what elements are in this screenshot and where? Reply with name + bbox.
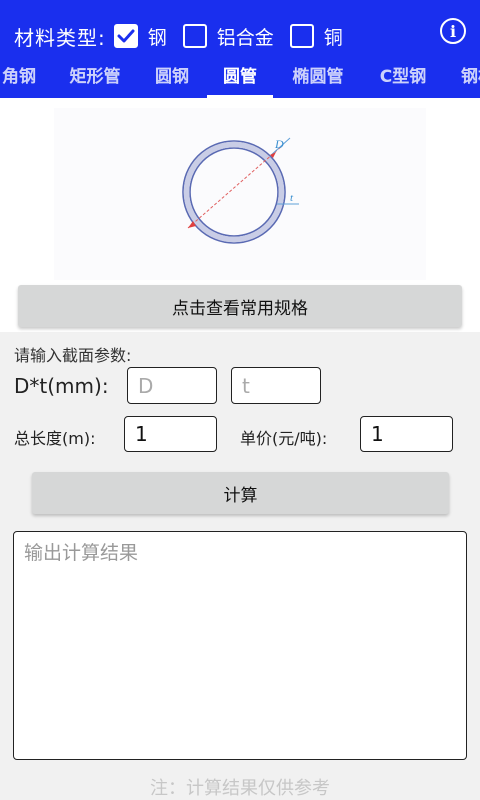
tab-rect-tube[interactable]: 矩形管 <box>60 60 130 98</box>
total-length-value: 1 <box>135 422 148 446</box>
check-icon <box>117 29 135 43</box>
total-length-input[interactable]: 1 <box>124 416 217 452</box>
section-params-prompt: 请输入截面参数: <box>14 346 132 365</box>
thickness-label: t <box>290 192 294 204</box>
app-header: 材料类型: 钢 铝合金 铜 i 角钢 矩形管 圆钢 圆管 椭圆管 C型钢 钢板 <box>0 0 480 98</box>
tube-outer-ring <box>182 140 286 244</box>
dt-label: D*t(mm): <box>14 374 109 398</box>
copper-checkbox[interactable] <box>289 24 314 48</box>
calculate-button[interactable]: 计算 <box>32 472 449 514</box>
result-placeholder: 输出计算结果 <box>24 542 139 564</box>
tab-angle-steel[interactable]: 角钢 <box>0 60 44 98</box>
tab-round-tube[interactable]: 圆管 <box>207 60 273 98</box>
material-type-row: 材料类型: 钢 铝合金 铜 <box>14 20 359 52</box>
diameter-input[interactable]: D <box>127 367 217 404</box>
unit-price-value: 1 <box>371 422 384 446</box>
aluminum-checkbox[interactable] <box>182 24 207 48</box>
tab-oval-tube[interactable]: 椭圆管 <box>282 60 354 98</box>
tab-c-steel[interactable]: C型钢 <box>370 60 436 98</box>
total-length-label: 总长度(m): <box>14 429 96 448</box>
result-output-textarea[interactable]: 输出计算结果 <box>13 531 467 760</box>
disclaimer-note: 注：计算结果仅供参考 <box>150 778 330 799</box>
thickness-placeholder: t <box>242 373 250 398</box>
round-tube-diagram: D t <box>54 108 426 280</box>
material-option-steel[interactable]: 钢 <box>113 23 167 50</box>
material-type-title: 材料类型: <box>14 25 106 50</box>
shape-tabs: 角钢 矩形管 圆钢 圆管 椭圆管 C型钢 钢板 <box>0 60 480 98</box>
steel-checkbox[interactable] <box>113 24 138 48</box>
material-option-aluminum[interactable]: 铝合金 <box>182 23 274 50</box>
unit-price-input[interactable]: 1 <box>360 416 453 452</box>
steel-label: 钢 <box>147 26 167 49</box>
tab-round-bar[interactable]: 圆钢 <box>146 60 198 98</box>
diameter-placeholder: D <box>138 373 154 398</box>
aluminum-label: 铝合金 <box>216 26 274 49</box>
unit-price-label: 单价(元/吨): <box>240 429 328 448</box>
round-tube-diagram-svg: D t <box>182 137 299 244</box>
thickness-input[interactable]: t <box>231 367 321 404</box>
tab-steel-plate[interactable]: 钢板 <box>452 60 480 98</box>
diameter-label: D <box>274 137 284 151</box>
view-common-specs-button[interactable]: 点击查看常用规格 <box>18 285 462 327</box>
copper-label: 铜 <box>323 26 343 49</box>
material-option-copper[interactable]: 铜 <box>289 23 343 50</box>
info-icon[interactable]: i <box>440 18 466 44</box>
